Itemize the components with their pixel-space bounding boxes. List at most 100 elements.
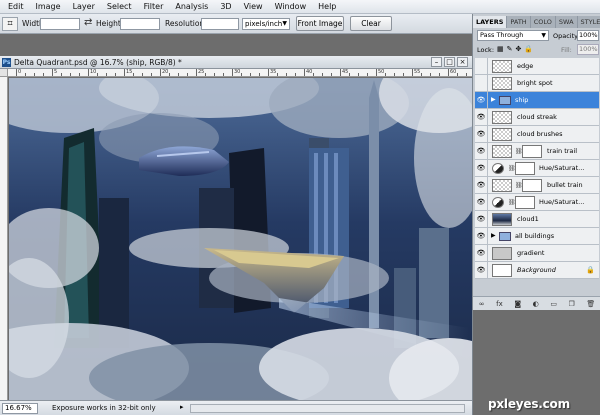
menu-layer[interactable]: Layer [67, 0, 101, 14]
layer-mask-thumbnail[interactable] [522, 145, 542, 158]
layer-mask-thumbnail[interactable] [515, 162, 535, 175]
layer-row[interactable]: edge [475, 58, 599, 75]
layer-name: Background [517, 266, 556, 274]
menu-help[interactable]: Help [312, 0, 342, 14]
crop-tool-icon[interactable]: ⌗ [2, 17, 18, 31]
visibility-toggle[interactable]: 👁 [475, 92, 488, 108]
layer-name: Hue/Saturat... [539, 164, 585, 172]
ruler-minor-tick [349, 73, 350, 76]
menu-edit[interactable]: Edit [2, 0, 30, 14]
visibility-toggle[interactable]: 👁 [475, 245, 488, 261]
layer-row[interactable]: 👁 cloud1 [475, 211, 599, 228]
visibility-toggle[interactable]: 👁 [475, 228, 488, 244]
visibility-toggle[interactable] [475, 75, 488, 91]
lock-pixels-icon[interactable]: ✎ [507, 45, 513, 53]
ruler-number: 15 [126, 69, 133, 75]
blend-mode-select[interactable]: Pass Through ▼ [477, 30, 549, 41]
ruler-minor-tick [142, 73, 143, 76]
layer-row[interactable]: 👁 Background 🔒 [475, 262, 599, 279]
layer-row[interactable]: 👁 ⛓ train trail [475, 143, 599, 160]
document-tab[interactable]: Ps Delta Quadrant.psd @ 16.7% (ship, RGB… [0, 56, 472, 69]
eye-icon: 👁 [476, 266, 486, 274]
menu-select[interactable]: Select [101, 0, 138, 14]
fill-field[interactable]: 100% [577, 44, 599, 55]
visibility-toggle[interactable] [475, 58, 488, 74]
tab-paths[interactable]: PATH [507, 16, 531, 28]
ruler-minor-tick [115, 73, 116, 76]
ruler-minor-tick [187, 73, 188, 76]
status-menu-arrow-icon[interactable]: ▸ [180, 403, 184, 411]
tab-layers[interactable]: LAYERS [473, 16, 508, 28]
ruler-number: 45 [342, 69, 349, 75]
lock-transparency-icon[interactable]: ▦ [497, 45, 504, 53]
ruler-corner[interactable] [0, 69, 8, 77]
lock-all-icon[interactable]: 🔒 [524, 45, 533, 53]
tab-swatches[interactable]: SWA [556, 16, 578, 28]
document-canvas[interactable] [9, 78, 472, 400]
layer-mask-thumbnail[interactable] [515, 196, 535, 209]
menu-3d[interactable]: 3D [214, 0, 237, 14]
visibility-toggle[interactable]: 👁 [475, 109, 488, 125]
layer-row[interactable]: 👁 ⛓ Hue/Saturat... [475, 160, 599, 177]
layer-row[interactable]: bright spot [475, 75, 599, 92]
layer-row[interactable]: 👁 cloud streak [475, 109, 599, 126]
layer-row[interactable]: 👁 ▶ ship [475, 92, 599, 109]
vertical-ruler[interactable] [0, 77, 8, 400]
clear-button[interactable]: Clear [350, 16, 392, 31]
tab-color[interactable]: COLO [531, 16, 556, 28]
visibility-toggle[interactable]: 👁 [475, 126, 488, 142]
link-icon[interactable]: ∞ [479, 300, 485, 308]
ruler-minor-tick [286, 73, 287, 76]
menu-window[interactable]: Window [269, 0, 313, 14]
minimize-icon[interactable]: – [431, 57, 442, 67]
menu-image[interactable]: Image [30, 0, 67, 14]
resolution-field[interactable] [201, 18, 239, 30]
menu-analysis[interactable]: Analysis [169, 0, 214, 14]
lock-position-icon[interactable]: ✥ [516, 45, 522, 53]
visibility-toggle[interactable]: 👁 [475, 177, 488, 193]
resolution-unit-select[interactable]: pixels/inch ▼ [242, 18, 290, 30]
mask-icon[interactable]: ◙ [514, 300, 521, 308]
horizontal-scrollbar[interactable] [190, 404, 465, 413]
layer-name: all buildings [515, 232, 555, 240]
height-field[interactable] [120, 18, 160, 30]
trash-icon[interactable]: 🗑 [586, 300, 595, 308]
layer-row[interactable]: 👁 ▶ all buildings [475, 228, 599, 245]
horizontal-ruler[interactable]: 0 5 10 15 20 25 30 35 40 45 50 55 60 [8, 69, 472, 77]
ruler-major-tick [196, 69, 197, 76]
width-field[interactable] [40, 18, 80, 30]
ruler-minor-tick [295, 73, 296, 76]
fx-icon[interactable]: fx [496, 300, 503, 308]
layer-row[interactable]: 👁 ⛓ bullet train [475, 177, 599, 194]
expand-triangle-icon[interactable]: ▶ [491, 232, 496, 239]
folder-icon[interactable]: ▭ [550, 300, 557, 308]
layer-row[interactable]: 👁 gradient [475, 245, 599, 262]
layer-mask-thumbnail[interactable] [522, 179, 542, 192]
tab-styles[interactable]: STYLE [578, 16, 600, 28]
photoshop-window: Edit Image Layer Select Filter Analysis … [0, 0, 600, 415]
visibility-toggle[interactable]: 👁 [475, 262, 488, 278]
eye-icon: 👁 [476, 147, 486, 155]
maximize-icon[interactable]: □ [444, 57, 455, 67]
front-image-button[interactable]: Front Image [296, 16, 344, 31]
menu-filter[interactable]: Filter [138, 0, 170, 14]
ruler-minor-tick [457, 73, 458, 76]
layer-row[interactable]: 👁 ⛓ Hue/Saturat... [475, 194, 599, 211]
visibility-toggle[interactable]: 👁 [475, 160, 488, 176]
visibility-toggle[interactable]: 👁 [475, 194, 488, 210]
new-layer-icon[interactable]: ❐ [568, 300, 574, 308]
adjustment-icon[interactable]: ◐ [533, 300, 539, 308]
swap-dimensions-icon[interactable]: ⇄ [84, 17, 92, 28]
ruler-minor-tick [259, 73, 260, 76]
zoom-field[interactable]: 16.67% [2, 403, 38, 414]
close-icon[interactable]: × [457, 57, 468, 67]
menu-view[interactable]: View [238, 0, 269, 14]
visibility-toggle[interactable]: 👁 [475, 211, 488, 227]
chevron-down-icon: ▼ [541, 32, 546, 39]
expand-triangle-icon[interactable]: ▶ [491, 96, 496, 103]
visibility-toggle[interactable]: 👁 [475, 143, 488, 159]
opacity-field[interactable]: 100% [577, 30, 599, 41]
ruler-number: 60 [450, 69, 457, 75]
layer-row[interactable]: 👁 cloud brushes [475, 126, 599, 143]
ruler-minor-tick [394, 73, 395, 76]
